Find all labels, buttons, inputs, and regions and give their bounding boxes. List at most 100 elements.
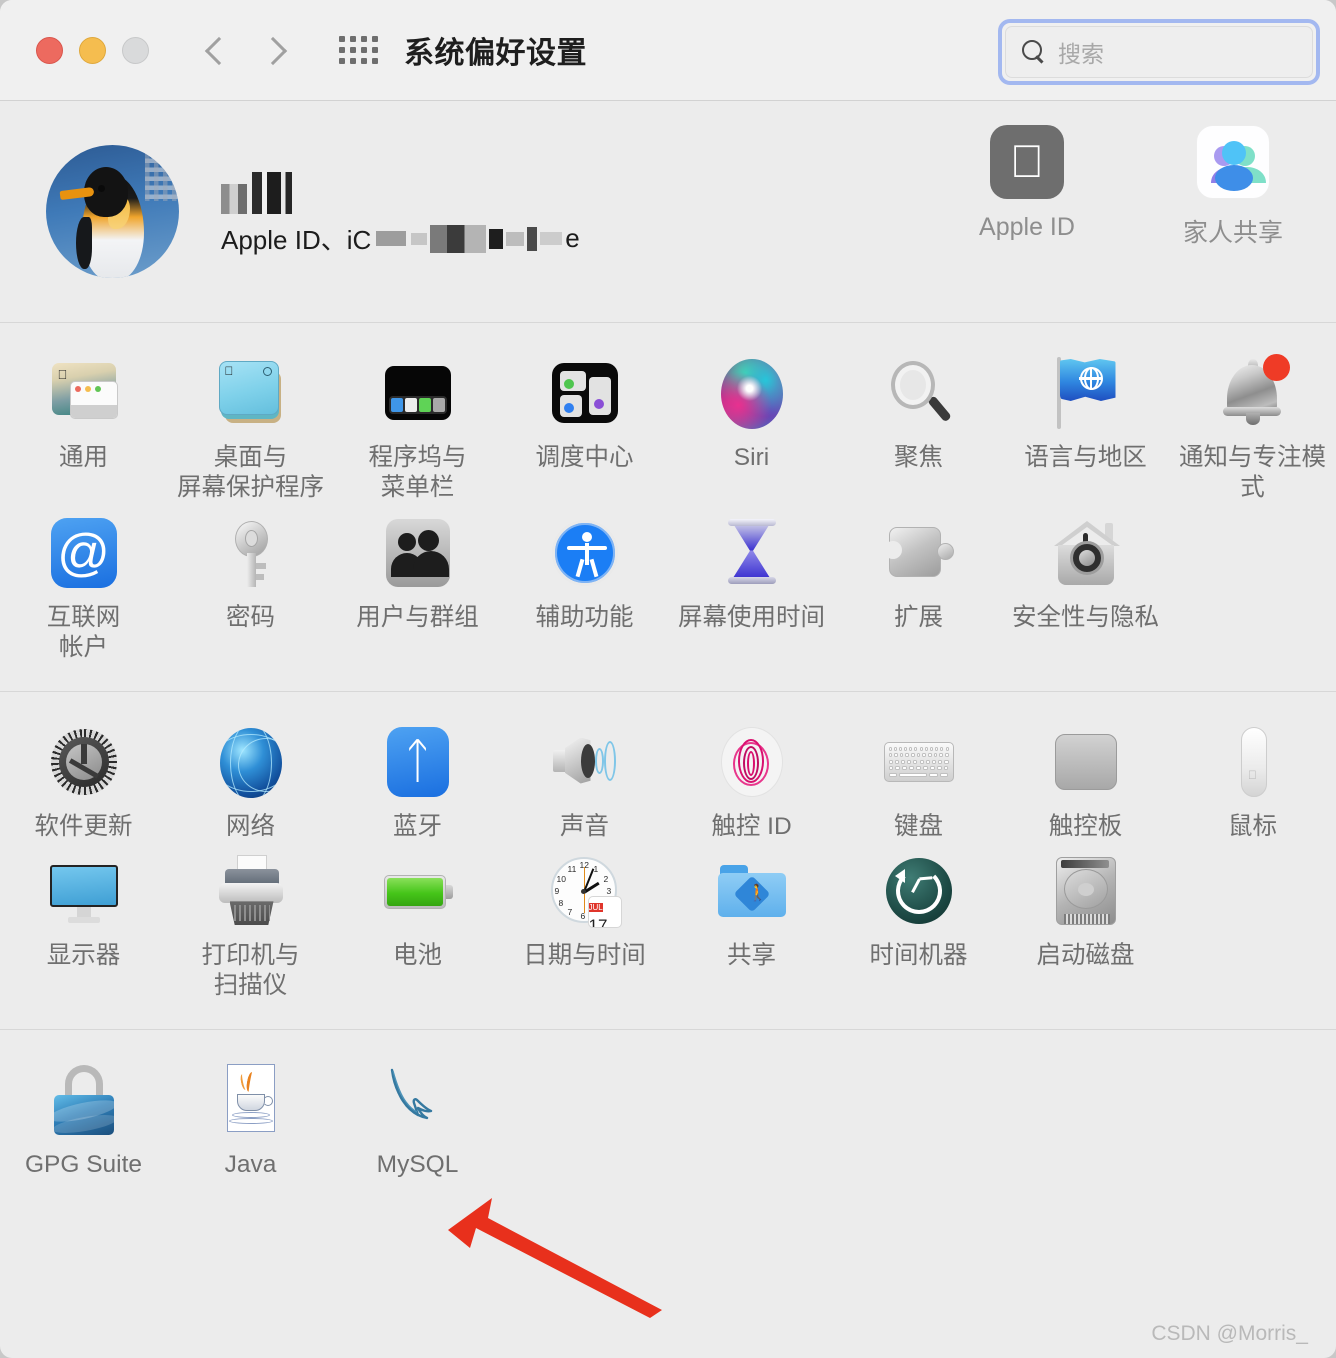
pref-displays[interactable]: 显示器 (0, 847, 167, 977)
displays-icon (46, 853, 122, 929)
pref-mysql[interactable]: MySQL (334, 1056, 501, 1186)
pref-dock-menubar[interactable]: 程序坞与 菜单栏 (334, 349, 501, 509)
pref-java[interactable]: Java (167, 1056, 334, 1186)
pref-label: 键盘 (894, 812, 943, 840)
pref-label: 调度中心 (535, 444, 634, 471)
section-hardware: 软件更新 网络 ᛏ 蓝牙 声音 触控 ID 键盘 触控板 鼠标 显示器 打印机与… (0, 692, 1336, 1031)
show-all-grid-icon[interactable] (339, 36, 378, 64)
extensions-puzzle-icon (881, 515, 957, 591)
search-input[interactable]: 搜索 (1005, 26, 1313, 78)
pref-row:  通用  桌面与 屏幕保护程序 (0, 349, 1336, 509)
general-icon:  (46, 355, 122, 431)
pref-notifications-focus[interactable]: 通知与专注模式 (1169, 349, 1336, 509)
pref-desktop-screensaver[interactable]:  桌面与 屏幕保护程序 (167, 349, 334, 509)
pref-internet-accounts[interactable]: @ 互联网 帐户 (0, 509, 167, 669)
pref-battery[interactable]: 电池 (334, 847, 501, 977)
users-groups-icon (380, 515, 456, 591)
pref-passwords[interactable]: 密码 (167, 509, 334, 639)
minimize-button[interactable] (79, 36, 106, 64)
mouse-icon:  (1215, 724, 1291, 800)
pref-label: 打印机与 扫描仪 (201, 942, 300, 1000)
pref-label: 蓝牙 (393, 812, 442, 840)
spotlight-icon (881, 355, 957, 431)
pref-label: 软件更新 (34, 812, 133, 840)
pref-printers-scanners[interactable]: 打印机与 扫描仪 (167, 847, 334, 1007)
title-bar: 系统偏好设置 搜索 (0, 0, 1336, 101)
search-field-focus-ring: 搜索 (998, 19, 1320, 85)
pref-language-region[interactable]: 语言与地区 (1002, 349, 1169, 479)
pref-network[interactable]: 网络 (167, 718, 334, 848)
trackpad-icon (1048, 724, 1124, 800)
keyboard-icon (881, 724, 957, 800)
pref-trackpad[interactable]: 触控板 (1002, 718, 1169, 848)
close-button[interactable] (36, 36, 63, 64)
pref-spotlight[interactable]: 聚焦 (835, 349, 1002, 479)
sound-speaker-icon (547, 724, 623, 800)
search-icon (1022, 40, 1046, 64)
pref-sound[interactable]: 声音 (501, 718, 668, 848)
time-machine-icon (881, 853, 957, 929)
pref-bluetooth[interactable]: ᛏ 蓝牙 (334, 718, 501, 848)
back-button[interactable] (201, 32, 231, 68)
pref-keyboard[interactable]: 键盘 (835, 718, 1002, 848)
traffic-light-group (36, 36, 149, 64)
pref-label: 时间机器 (869, 942, 968, 970)
pref-empty-slot (1169, 1056, 1336, 1068)
pref-date-time[interactable]: 12 1 2 3 4 5 6 7 8 9 10 11 JUL 17 (501, 847, 668, 977)
pref-row: @ 互联网 帐户 密码 用户与群组 辅助功能 屏幕使用时间 扩展 安全性与隐私 (0, 509, 1336, 669)
pref-sharing[interactable]: 🚶 共享 (668, 847, 835, 977)
accessibility-icon (547, 515, 623, 591)
pref-gpg-suite[interactable]: GPG Suite (0, 1056, 167, 1186)
family-sharing-button[interactable]: 家人共享 (1160, 125, 1306, 249)
pref-label: 启动磁盘 (1036, 942, 1135, 970)
pref-screen-time[interactable]: 屏幕使用时间 (668, 509, 835, 639)
pref-label: 显示器 (46, 942, 121, 970)
siri-icon (714, 355, 790, 431)
account-name-redacted (221, 170, 580, 214)
pref-label: 屏幕使用时间 (678, 603, 825, 631)
account-subtitle-suffix: e (565, 223, 580, 253)
pref-label: GPG Suite (24, 1151, 143, 1179)
pref-general[interactable]:  通用 (0, 349, 167, 479)
pref-time-machine[interactable]: 时间机器 (835, 847, 1002, 977)
pref-touch-id[interactable]: 触控 ID (668, 718, 835, 848)
pref-row: 软件更新 网络 ᛏ 蓝牙 声音 触控 ID 键盘 触控板 鼠标 (0, 718, 1336, 848)
family-sharing-label: 家人共享 (1182, 219, 1283, 247)
apple-id-button[interactable]:  Apple ID (954, 125, 1100, 249)
date-time-icon: 12 1 2 3 4 5 6 7 8 9 10 11 JUL 17 (547, 853, 623, 929)
notifications-focus-icon (1215, 354, 1291, 431)
pref-label: 桌面与 屏幕保护程序 (177, 444, 324, 501)
startup-disk-icon (1048, 853, 1124, 929)
pref-siri[interactable]: Siri (668, 349, 835, 479)
pref-row: 显示器 打印机与 扫描仪 电池 12 1 2 3 6 7 8 9 10 11 J… (0, 847, 1336, 1007)
avatar[interactable] (46, 145, 179, 278)
pref-mouse[interactable]:  鼠标 (1169, 718, 1336, 848)
account-buttons:  Apple ID 家人共享 (954, 125, 1306, 249)
zoom-button[interactable] (122, 36, 149, 64)
pref-mission-control[interactable]: 调度中心 (501, 349, 668, 479)
pref-label: 聚焦 (894, 444, 943, 471)
pref-security-privacy[interactable]: 安全性与隐私 (1002, 509, 1169, 639)
pref-empty-slot (501, 1056, 668, 1068)
account-subtitle: Apple ID、iC e (221, 220, 580, 257)
search-placeholder: 搜索 (1058, 41, 1104, 67)
account-section: Apple ID、iC e  Apple ID (0, 101, 1336, 323)
mission-control-icon (547, 355, 623, 431)
pref-label: MySQL (376, 1151, 459, 1179)
network-globe-icon (213, 724, 289, 800)
pref-startup-disk[interactable]: 启动磁盘 (1002, 847, 1169, 977)
pref-empty-slot (1002, 1056, 1169, 1068)
pref-label: 程序坞与 菜单栏 (368, 444, 467, 501)
pref-label: 通知与专注模式 (1179, 444, 1326, 501)
pref-software-update[interactable]: 软件更新 (0, 718, 167, 848)
section-personal:  通用  桌面与 屏幕保护程序 (0, 323, 1336, 692)
pref-label: 电池 (393, 942, 442, 970)
pref-extensions[interactable]: 扩展 (835, 509, 1002, 639)
pref-users-groups[interactable]: 用户与群组 (334, 509, 501, 639)
pref-label: Siri (733, 444, 770, 471)
pref-accessibility[interactable]: 辅助功能 (501, 509, 668, 639)
java-coffee-icon (213, 1062, 289, 1138)
system-preferences-window: 系统偏好设置 搜索 Apple ID、iC e Apple ID 家人共享 通用… (0, 0, 1336, 1358)
forward-button[interactable] (261, 32, 291, 68)
bluetooth-icon: ᛏ (380, 724, 456, 800)
